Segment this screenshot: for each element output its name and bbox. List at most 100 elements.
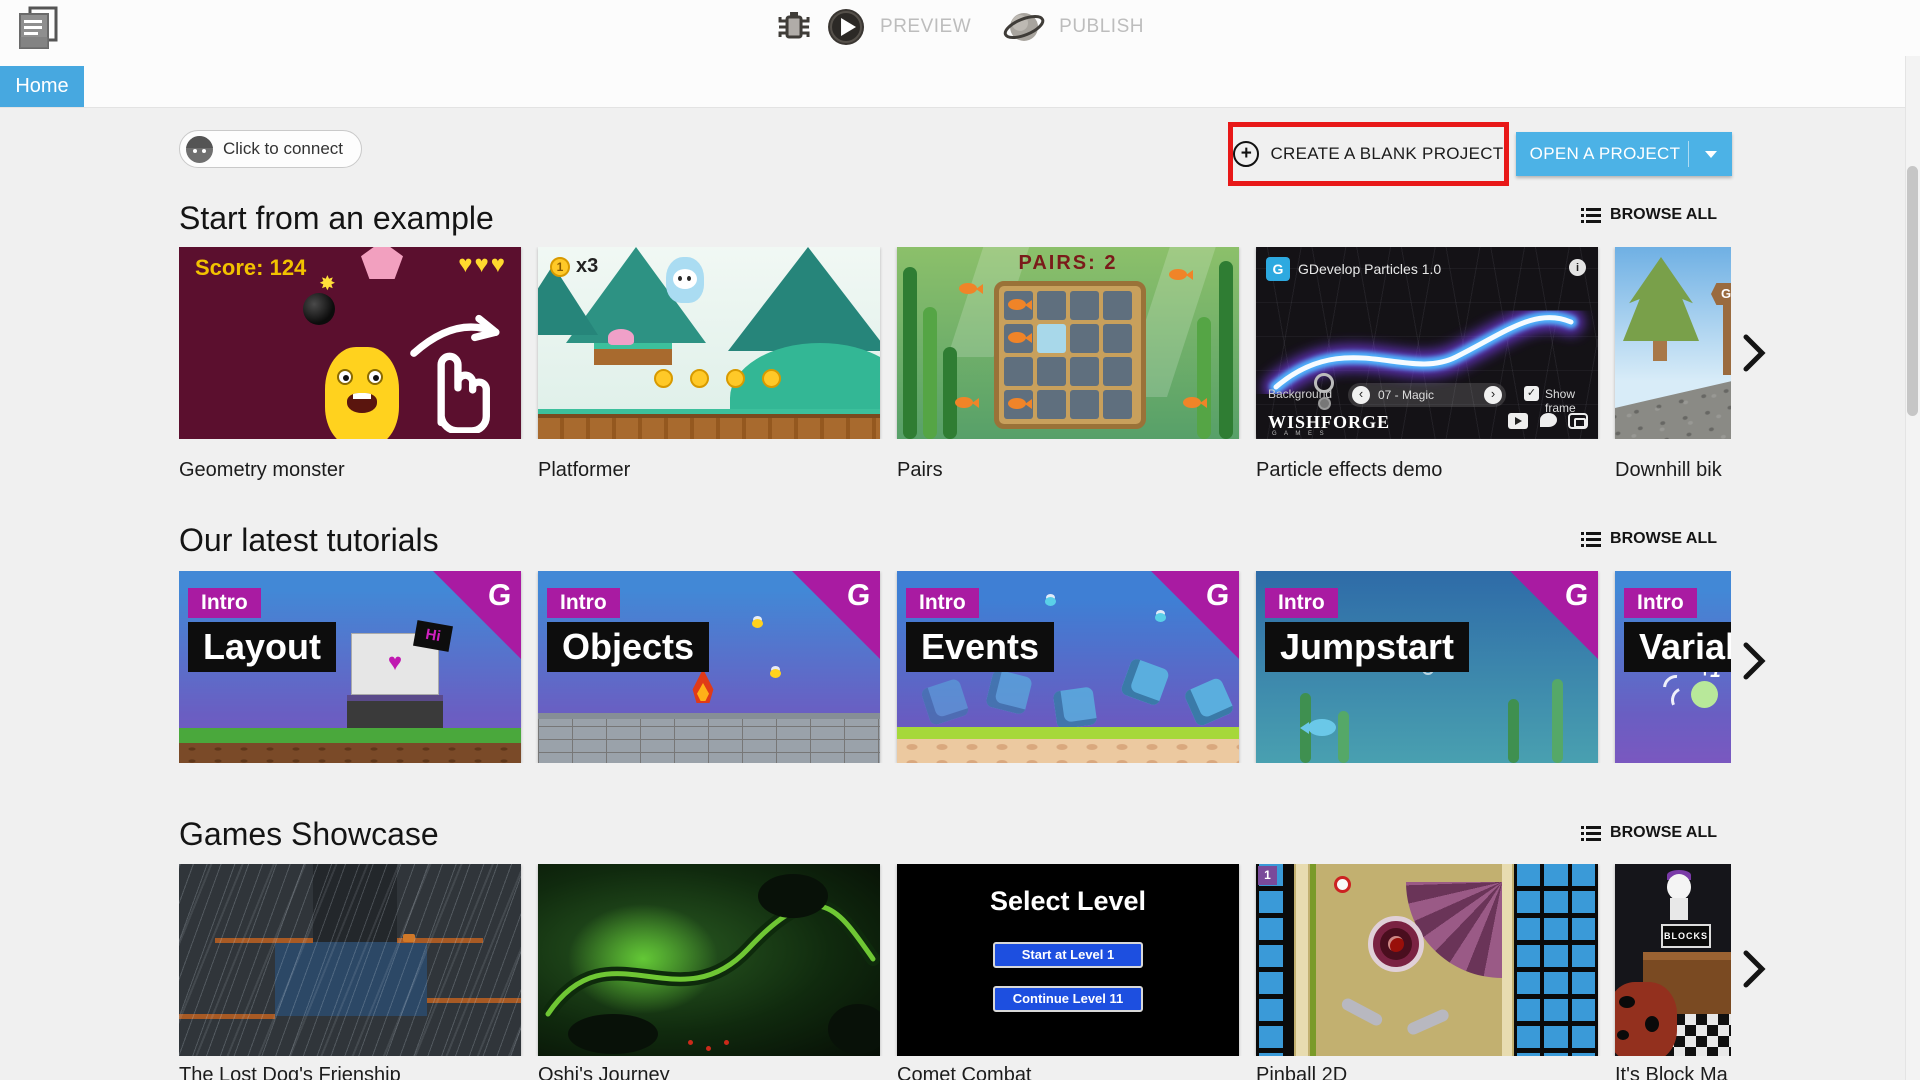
lamp-circle [1334, 876, 1351, 893]
create-blank-project-button[interactable]: + CREATE A BLANK PROJECT [1233, 141, 1503, 167]
dirt-ground [538, 409, 880, 439]
fish-sprite [1300, 719, 1336, 736]
cream-lane [1296, 864, 1308, 1056]
gdevelop-logo-icon: G [1204, 579, 1231, 612]
examples-next-arrow[interactable] [1742, 334, 1766, 377]
card-tile [1037, 390, 1066, 419]
gdevelop-logo-icon: G [845, 579, 872, 612]
fish-sprite [959, 283, 977, 294]
scrollbar-thumb[interactable] [1907, 166, 1918, 416]
tutorial-card-layout[interactable]: ♥ Hi G Intro Layout [179, 571, 521, 763]
swipe-hand-icon [410, 314, 500, 433]
browse-all-examples[interactable]: BROWSE ALL [1581, 206, 1717, 224]
coin-icon [690, 369, 709, 388]
flipper [1405, 1007, 1451, 1037]
preview-button[interactable]: PREVIEW [880, 16, 971, 38]
tutorial-title: Events [906, 622, 1055, 672]
card-caption: Oshi's Journey [538, 1064, 670, 1080]
showcase-card-comet-combat[interactable]: Select Level Start at Level 1 Continue L… [897, 864, 1239, 1056]
section-title-showcase: Games Showcase [179, 816, 439, 852]
card-board [994, 281, 1146, 429]
scrollbar-track[interactable] [1905, 56, 1920, 1080]
profile-avatar-icon [186, 135, 213, 163]
spotted-blob [1615, 982, 1677, 1056]
example-card-pairs[interactable]: PAIRS: 2 [897, 247, 1239, 439]
intro-badge: Intro [906, 588, 979, 618]
coin-icon [654, 369, 673, 388]
card-caption: Particle effects demo [1256, 459, 1443, 481]
tutorial-card-objects[interactable]: G Intro Objects [538, 571, 880, 763]
card-caption: Comet Combat [897, 1064, 1032, 1080]
intro-badge: Intro [188, 588, 261, 618]
card-caption: Platformer [538, 459, 631, 481]
card-caption: Geometry monster [179, 459, 345, 481]
card-tile [1070, 324, 1099, 353]
showcase-next-arrow[interactable] [1742, 950, 1766, 993]
showcase-card-lost-dog[interactable] [179, 864, 521, 1056]
card-tile [1037, 357, 1066, 386]
example-card-particle-effects[interactable]: G GDevelop Particles 1.0 i Background ‹ … [1256, 247, 1598, 439]
kelp-plant [1197, 317, 1211, 439]
chat-icon [1568, 413, 1588, 429]
select-level-title: Select Level [989, 886, 1147, 916]
bee-sprite [770, 669, 781, 678]
example-card-platformer[interactable]: 1 x3 [538, 247, 880, 439]
monster-character [325, 347, 399, 439]
tab-home[interactable]: Home [0, 66, 84, 107]
youtube-icon [1508, 413, 1528, 429]
showcase-card-blocks[interactable]: BLOCKS [1615, 864, 1731, 1056]
showcase-card-pinball[interactable]: 1 [1256, 864, 1598, 1056]
plus-circle-icon: + [1233, 141, 1260, 167]
tutorials-next-arrow[interactable] [1742, 642, 1766, 685]
score-marker: 1 [1258, 866, 1277, 885]
card-tile [1004, 324, 1033, 353]
card-tile [1004, 357, 1033, 386]
pine-tree [728, 247, 880, 351]
fly-sprite [1045, 597, 1056, 606]
showcase-card-oshi[interactable] [538, 864, 880, 1056]
dark-blob [828, 1004, 880, 1054]
card-caption: The Lost Dog's Frienship [179, 1064, 401, 1080]
preview-play-icon[interactable] [826, 7, 866, 47]
platform-ledge [594, 343, 672, 365]
kelp-plant [903, 267, 917, 439]
browse-all-tutorials[interactable]: BROWSE ALL [1581, 530, 1717, 548]
spark-icon: ✸ [319, 273, 336, 295]
create-project-highlight: + CREATE A BLANK PROJECT [1228, 122, 1509, 186]
radio-circle-icon [1314, 373, 1334, 393]
card-tile-flipped [1037, 324, 1066, 353]
project-manager-icon[interactable] [16, 6, 60, 50]
continue-level-button: Continue Level 11 [993, 986, 1143, 1012]
publish-planet-icon[interactable] [1003, 7, 1045, 47]
connect-button[interactable]: Click to connect [179, 130, 362, 168]
tutorial-card-events[interactable]: G Intro Events [897, 571, 1239, 763]
puppet-body [1670, 898, 1688, 920]
fish-sprite [955, 397, 973, 408]
fish-sprite [1183, 397, 1201, 408]
open-project-dropdown[interactable] [1689, 150, 1732, 158]
open-project-label: OPEN A PROJECT [1529, 144, 1681, 163]
tutorial-title: Jumpstart [1265, 622, 1470, 672]
preset-label: 07 - Magic [1378, 388, 1435, 402]
dirt-strip [897, 739, 1239, 763]
gdevelop-logo-icon: G [1266, 257, 1290, 281]
kelp-plant [1219, 261, 1233, 439]
open-project-button[interactable]: OPEN A PROJECT [1516, 132, 1732, 176]
browse-all-showcase[interactable]: BROWSE ALL [1581, 824, 1717, 842]
example-card-downhill-bike[interactable]: G [1615, 247, 1731, 439]
debugger-bug-icon[interactable] [776, 9, 812, 45]
coin-icon: 1 [550, 256, 570, 277]
publish-button[interactable]: PUBLISH [1059, 16, 1144, 38]
tutorial-title: Objects [547, 622, 710, 672]
tutorial-card-jumpstart[interactable]: G Intro Jumpstart [1256, 571, 1598, 763]
intro-badge: Intro [1624, 588, 1697, 618]
green-lane [1310, 864, 1316, 1056]
tutorial-title: Variab [1624, 622, 1731, 672]
section-title-tutorials: Our latest tutorials [179, 522, 439, 558]
list-icon [1581, 207, 1602, 223]
flipper [1339, 996, 1385, 1028]
example-card-geometry-monster[interactable]: Score: 124 ♥♥♥ ✸ [179, 247, 521, 439]
intro-badge: Intro [547, 588, 620, 618]
heart-icon: ♥♥♥ [458, 251, 507, 278]
tutorial-card-variables[interactable]: +1 G Intro Variab [1615, 571, 1731, 763]
